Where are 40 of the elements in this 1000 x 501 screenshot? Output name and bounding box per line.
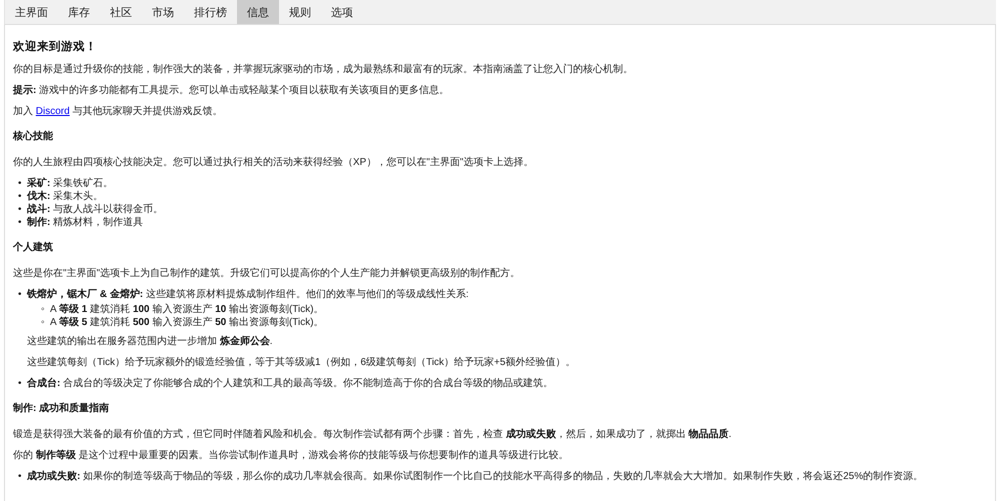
list-item: 伐木: 采集木头。 [27, 191, 104, 202]
paragraph: 你的人生旅程由四项核心技能决定。您可以通过执行相关的活动来获得经验（XP），您可以在"主界面"选项卡上选择。 [13, 156, 534, 169]
list-item: 成功或失败: 如果你的制造等级高于物品的等级，那么你的成功几率就会很高。如果你试图制作一个比自己的技能水平高得多的物品，失败的几率就会大大增加。如果制作失败，将会返还25%的制作资源。 [27, 471, 924, 482]
paragraph: 这些建筑的输出在服务器范围内进一步增加 炼金师公会. [27, 335, 274, 348]
bullet: ◦ [41, 303, 45, 316]
list-item: 制作: 精炼材料，制作道具 [27, 217, 144, 228]
section-heading: 核心技能 [13, 130, 54, 143]
bullet: • [18, 190, 22, 203]
section-heading: 个人建筑 [13, 241, 54, 254]
paragraph: 你的 制作等级 是这个过程中最重要的因素。当你尝试制作道具时，游戏会将你的技能等级与你想要制作的道具等级进行比较。 [13, 449, 570, 462]
list-item: 合成台: 合成台的等级决定了你能够合成的个人建筑和工具的最高等级。你不能制造高于你的合成台等级的物品或建筑。 [27, 378, 554, 389]
nav-tab[interactable]: 规则 [279, 0, 321, 24]
nav-tab[interactable]: 社区 [100, 0, 142, 24]
list-item: 战斗: 与敌人战斗以获得金币。 [27, 204, 164, 215]
nav-tab[interactable]: 库存 [58, 0, 100, 24]
paragraph: 锻造是获得强大装备的最有价值的方式，但它同时伴随着风险和机会。每次制作尝试都有两个步骤：首先，检查 成功或失败，然后，如果成功了，就掷出 物品品质. [13, 428, 732, 441]
bullet: • [18, 177, 22, 190]
list-item: 采矿: 采集铁矿石。 [27, 178, 114, 189]
bullet: • [18, 203, 22, 216]
paragraph: 这些是你在"主界面"选项卡上为自己制作的建筑。升级它们可以提高你的个人生产能力并解锁更高级别的制作配方。 [13, 267, 522, 280]
bullet: • [18, 377, 22, 390]
nav-tab[interactable]: 选项 [321, 0, 363, 24]
nav-tab[interactable]: 信息 [237, 0, 279, 24]
paragraph: 你的目标是通过升级你的技能，制作强大的装备，并掌握玩家驱动的市场，成为最熟练和最富有的玩家。本指南涵盖了让您入门的核心机制。 [13, 63, 634, 76]
list-item: 铁熔炉，锯木厂 & 金熔炉: 这些建筑将原材料提炼成制作组件。他们的效率与他们的等级成线性关系: [27, 289, 469, 300]
paragraph: 这些建筑每刻（Tick）给予玩家额外的锻造经验值，等于其等级减1（例如，6级建筑每刻（Tick）给予玩家+5额外经验值）。 [27, 356, 576, 369]
bullet: • [18, 216, 22, 229]
discord-link[interactable]: Discord [36, 106, 70, 117]
nav-tab[interactable]: 主界面 [5, 0, 58, 24]
list-item: A 等级 5 建筑消耗 500 输入资源生产 50 输出资源每刻(Tick)。 [50, 317, 324, 328]
paragraph: 加入 Discord 与其他玩家聊天并提供游戏反馈。 [13, 105, 224, 118]
paragraph: 提示: 游戏中的许多功能都有工具提示。您可以单击或轻敲某个项目以获取有关该项目的更多信息。 [13, 84, 450, 97]
bullet: • [18, 288, 22, 301]
bullet: • [18, 470, 22, 483]
section-heading: 制作: 成功和质量指南 [13, 402, 110, 415]
nav-tab[interactable]: 排行榜 [184, 0, 237, 24]
list-item: A 等级 1 建筑消耗 100 输入资源生产 10 输出资源每刻(Tick)。 [50, 304, 324, 315]
bullet: ◦ [41, 316, 45, 329]
page-title: 欢迎来到游戏！ [13, 41, 98, 54]
nav-tab[interactable]: 市场 [142, 0, 184, 24]
